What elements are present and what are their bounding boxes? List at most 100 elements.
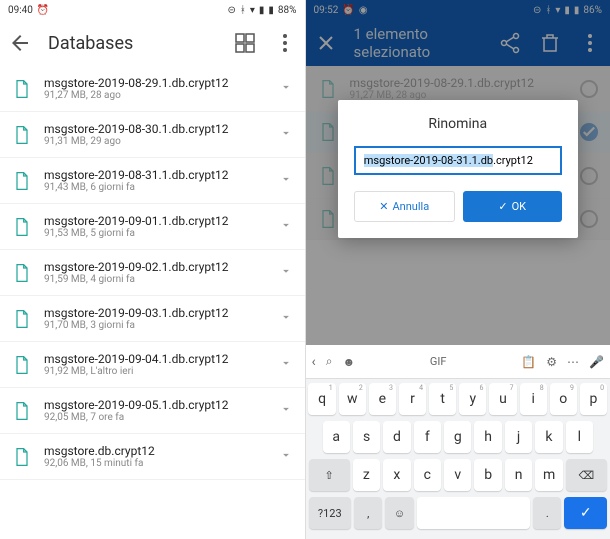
sticker-icon[interactable]: ☻: [342, 355, 355, 369]
key-t[interactable]: t5: [429, 383, 456, 415]
file-icon: [12, 217, 32, 237]
clipboard-icon[interactable]: 📋: [521, 355, 536, 369]
backspace-key[interactable]: ⌫: [566, 459, 607, 491]
chevron-down-icon[interactable]: [279, 447, 293, 466]
key-f[interactable]: f: [414, 421, 441, 453]
chevron-down-icon[interactable]: [279, 355, 293, 374]
more-icon[interactable]: ⋯: [567, 355, 579, 369]
close-icon: ✕: [379, 200, 388, 213]
file-name: msgstore-2019-09-03.1.db.crypt12: [44, 306, 267, 320]
key-y[interactable]: y6: [459, 383, 486, 415]
key-e[interactable]: e3: [369, 383, 396, 415]
chevron-down-icon[interactable]: [279, 401, 293, 420]
key-i[interactable]: i8: [520, 383, 547, 415]
key-a[interactable]: a: [323, 421, 350, 453]
gif-button[interactable]: GIF: [365, 355, 511, 368]
file-meta: 91,92 MB, L'altro ieri: [44, 366, 267, 377]
key-x[interactable]: x: [383, 459, 410, 491]
file-name: msgstore-2019-09-01.1.db.crypt12: [44, 214, 267, 228]
mic-icon[interactable]: 🎤: [589, 355, 604, 369]
bluetooth-icon: ᚼ: [240, 5, 246, 16]
phone-left: 09:40 ⏰ ⊝ ᚼ ▾ ▮ ▮ 88% Databases: [0, 0, 306, 539]
key-c[interactable]: c: [414, 459, 441, 491]
key-m[interactable]: m: [535, 459, 562, 491]
wifi-icon: ▾: [250, 5, 255, 16]
key-k[interactable]: k: [535, 421, 562, 453]
phone-right: 09:52 ⏰ ◉ ⊝ ᚼ ▾ ▮ ▮ 86% 1 elemento selez…: [306, 0, 610, 539]
key-r[interactable]: r4: [399, 383, 426, 415]
file-meta: 91,53 MB, 5 giorni fa: [44, 228, 267, 239]
file-row[interactable]: msgstore-2019-09-03.1.db.crypt12 91,70 M…: [0, 296, 305, 342]
comma-key[interactable]: ,: [354, 497, 382, 529]
file-name: msgstore-2019-08-29.1.db.crypt12: [44, 76, 267, 90]
file-meta: 91,59 MB, 4 giorni fa: [44, 274, 267, 285]
collapse-icon[interactable]: ‹: [312, 354, 316, 370]
key-l[interactable]: l: [566, 421, 593, 453]
file-name: msgstore.db.crypt12: [44, 444, 267, 458]
chevron-down-icon[interactable]: [279, 171, 293, 190]
space-key[interactable]: [417, 497, 530, 529]
signal-icon: ▮: [259, 5, 265, 16]
file-name: msgstore-2019-08-30.1.db.crypt12: [44, 122, 267, 136]
file-name: msgstore-2019-08-31.1.db.crypt12: [44, 168, 267, 182]
file-icon: [12, 171, 32, 191]
key-q[interactable]: q1: [308, 383, 335, 415]
file-meta: 91,31 MB, 29 ago: [44, 136, 267, 147]
cancel-button[interactable]: ✕ Annulla: [354, 191, 455, 222]
key-z[interactable]: z: [353, 459, 380, 491]
file-meta: 91,70 MB, 3 giorni fa: [44, 320, 267, 331]
check-icon: ✓: [498, 200, 507, 213]
key-v[interactable]: v: [444, 459, 471, 491]
enter-key[interactable]: ✓: [564, 497, 607, 529]
file-row[interactable]: msgstore-2019-08-31.1.db.crypt12 91,43 M…: [0, 158, 305, 204]
back-button[interactable]: [8, 31, 32, 55]
more-button[interactable]: [273, 31, 297, 55]
chevron-down-icon[interactable]: [279, 263, 293, 282]
key-g[interactable]: g: [444, 421, 471, 453]
file-row[interactable]: msgstore-2019-09-02.1.db.crypt12 91,59 M…: [0, 250, 305, 296]
file-icon: [12, 447, 32, 467]
dialog-title: Rinomina: [354, 116, 562, 132]
file-name: msgstore-2019-09-05.1.db.crypt12: [44, 398, 267, 412]
file-row[interactable]: msgstore.db.crypt12 92,06 MB, 15 minuti …: [0, 434, 305, 480]
rename-input[interactable]: msgstore-2019-08-31.1.db.crypt12: [354, 146, 562, 175]
file-row[interactable]: msgstore-2019-09-01.1.db.crypt12 91,53 M…: [0, 204, 305, 250]
shift-key[interactable]: ⇧: [309, 459, 350, 491]
grid-view-button[interactable]: [233, 31, 257, 55]
file-row[interactable]: msgstore-2019-08-30.1.db.crypt12 91,31 M…: [0, 112, 305, 158]
key-j[interactable]: j: [505, 421, 532, 453]
settings-icon[interactable]: ⚙: [546, 355, 557, 369]
key-n[interactable]: n: [505, 459, 532, 491]
key-s[interactable]: s: [353, 421, 380, 453]
file-icon: [12, 79, 32, 99]
chevron-down-icon[interactable]: [279, 309, 293, 328]
status-time: 09:40: [8, 5, 33, 16]
emoji-key[interactable]: ☺: [385, 497, 413, 529]
symbols-key[interactable]: ?123: [309, 497, 352, 529]
key-h[interactable]: h: [474, 421, 501, 453]
app-bar: Databases: [0, 20, 305, 66]
period-key[interactable]: .: [533, 497, 561, 529]
chevron-down-icon[interactable]: [279, 125, 293, 144]
file-meta: 92,05 MB, 7 ore fa: [44, 412, 267, 423]
file-meta: 91,43 MB, 6 giorni fa: [44, 182, 267, 193]
chevron-down-icon[interactable]: [279, 79, 293, 98]
file-name: msgstore-2019-09-04.1.db.crypt12: [44, 352, 267, 366]
rename-dialog: Rinomina msgstore-2019-08-31.1.db.crypt1…: [338, 100, 578, 238]
file-row[interactable]: msgstore-2019-08-29.1.db.crypt12 91,27 M…: [0, 66, 305, 112]
search-icon[interactable]: ⌕: [326, 354, 333, 369]
file-row[interactable]: msgstore-2019-09-04.1.db.crypt12 91,92 M…: [0, 342, 305, 388]
file-icon: [12, 263, 32, 283]
key-d[interactable]: d: [383, 421, 410, 453]
chevron-down-icon[interactable]: [279, 217, 293, 236]
key-u[interactable]: u7: [489, 383, 516, 415]
key-p[interactable]: p0: [580, 383, 607, 415]
ok-button[interactable]: ✓ OK: [463, 191, 562, 222]
key-w[interactable]: w2: [339, 383, 366, 415]
vpn-icon: ⊝: [227, 5, 235, 16]
file-list: msgstore-2019-08-29.1.db.crypt12 91,27 M…: [0, 66, 305, 480]
file-icon: [12, 355, 32, 375]
key-o[interactable]: o9: [550, 383, 577, 415]
file-row[interactable]: msgstore-2019-09-05.1.db.crypt12 92,05 M…: [0, 388, 305, 434]
key-b[interactable]: b: [474, 459, 501, 491]
